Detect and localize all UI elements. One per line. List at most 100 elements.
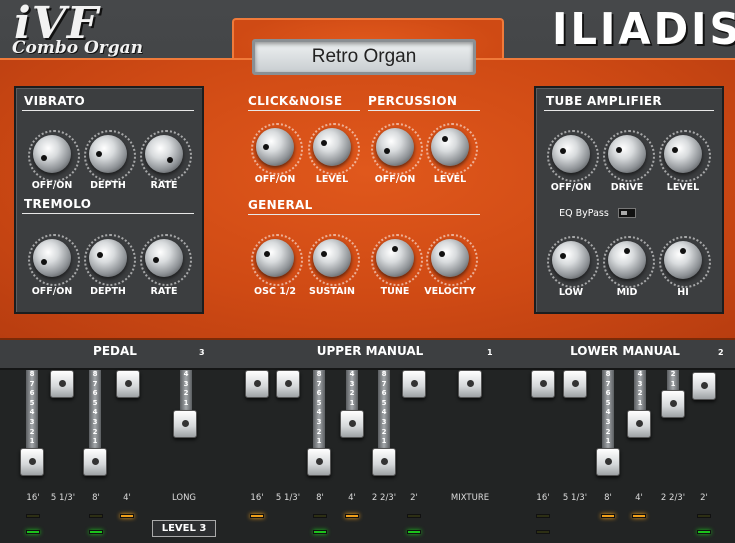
tremolo-depth-knob[interactable] <box>84 234 136 286</box>
sustain-knob[interactable] <box>308 234 360 286</box>
osc-label: OSC 1/2 <box>254 286 296 297</box>
percussion-level-label: LEVEL <box>433 174 467 185</box>
tremolo-rate-label: RATE <box>150 286 178 297</box>
pedal-label: PEDAL <box>93 344 137 358</box>
percussion-level-knob[interactable] <box>426 123 478 175</box>
led <box>407 530 421 534</box>
footage-label: 2' <box>700 493 708 503</box>
tune-knob[interactable] <box>371 234 423 286</box>
tremolo-onoff-knob[interactable] <box>28 234 80 286</box>
general-rule <box>248 214 480 215</box>
tube-onoff-knob[interactable] <box>547 130 599 182</box>
upper-5-1-3-drawbar[interactable] <box>276 370 300 398</box>
footage-label: LONG <box>171 493 197 503</box>
footage-label: 4' <box>123 493 131 503</box>
vibrato-title: VIBRATO <box>24 94 85 108</box>
lower-2-2-3-drawbar[interactable] <box>661 390 685 418</box>
led <box>313 514 327 518</box>
led <box>407 514 421 518</box>
led <box>89 530 103 534</box>
lower-5-1-3-drawbar[interactable] <box>563 370 587 398</box>
velocity-label: VELOCITY <box>424 286 476 297</box>
vibrato-depth-label: DEPTH <box>90 180 126 191</box>
click-level-knob[interactable] <box>308 123 360 175</box>
upper-16-drawbar[interactable] <box>245 370 269 398</box>
lower-2-drawbar[interactable] <box>692 372 716 400</box>
tube-amplifier-rule <box>544 110 714 111</box>
led <box>697 514 711 518</box>
pedal-4-drawbar[interactable] <box>116 370 140 398</box>
pedal-8-drawbar[interactable] <box>83 448 107 476</box>
vibrato-rate-knob[interactable] <box>140 130 192 182</box>
upper-8-drawbar[interactable] <box>307 448 331 476</box>
led <box>26 514 40 518</box>
vibrato-onoff-knob[interactable] <box>28 130 80 182</box>
led <box>601 514 615 518</box>
led <box>632 514 646 518</box>
tremolo-depth-label: DEPTH <box>90 286 126 297</box>
drawbar-scale: 8 7 6 5 4 3 2 1 <box>313 370 325 448</box>
led <box>250 514 264 518</box>
drawbar-scale: 8 7 6 5 4 3 2 1 <box>26 370 38 448</box>
drive-label: DRIVE <box>610 182 644 193</box>
vibrato-rate-label: RATE <box>150 180 178 191</box>
upper-2-2-3-drawbar[interactable] <box>372 448 396 476</box>
level-button[interactable]: LEVEL 3 <box>152 520 216 537</box>
upper-manual-label: UPPER MANUAL <box>316 344 424 358</box>
upper-manual-channel: 1 <box>487 348 493 357</box>
upper-4-drawbar[interactable] <box>340 410 364 438</box>
ivf-logo-subtitle: Combo Organ <box>12 38 144 58</box>
lower-8-drawbar[interactable] <box>596 448 620 476</box>
upper-2-drawbar[interactable] <box>402 370 426 398</box>
led <box>697 530 711 534</box>
eq-low-label: LOW <box>558 287 584 298</box>
drawbar-scale: 4 3 2 1 <box>180 370 192 410</box>
osc-knob[interactable] <box>251 234 303 286</box>
vibrato-rule <box>22 110 194 111</box>
drawbar-scale: 4 3 2 1 <box>346 370 358 410</box>
footage-label: 2' <box>410 493 418 503</box>
drive-knob[interactable] <box>603 130 655 182</box>
percussion-onoff-label: OFF/ON <box>374 174 416 185</box>
tremolo-onoff-label: OFF/ON <box>31 286 73 297</box>
led <box>536 514 550 518</box>
general-title: GENERAL <box>248 198 313 212</box>
tune-label: TUNE <box>380 286 410 297</box>
lower-4-drawbar[interactable] <box>627 410 651 438</box>
eq-hi-label: HI <box>677 287 689 298</box>
pedal-long-drawbar[interactable] <box>173 410 197 438</box>
tube-level-knob[interactable] <box>659 130 711 182</box>
click-onoff-knob[interactable] <box>251 123 303 175</box>
lower-manual-channel: 2 <box>718 348 724 357</box>
vibrato-depth-knob[interactable] <box>84 130 136 182</box>
click-level-label: LEVEL <box>315 174 349 185</box>
percussion-rule <box>368 110 480 111</box>
led <box>26 530 40 534</box>
eq-mid-knob[interactable] <box>603 236 655 288</box>
eq-low-knob[interactable] <box>547 236 599 288</box>
upper-mixture-drawbar[interactable] <box>458 370 482 398</box>
eq-hi-knob[interactable] <box>659 236 711 288</box>
eq-bypass-label: EQ ByPass <box>559 208 609 219</box>
eq-bypass-switch[interactable] <box>618 208 636 218</box>
pedal-16-drawbar[interactable] <box>20 448 44 476</box>
velocity-knob[interactable] <box>426 234 478 286</box>
click-noise-rule <box>248 110 360 111</box>
tremolo-rule <box>22 213 194 214</box>
led <box>313 530 327 534</box>
click-onoff-label: OFF/ON <box>254 174 296 185</box>
tremolo-rate-knob[interactable] <box>140 234 192 286</box>
preset-display[interactable]: Retro Organ <box>252 39 476 75</box>
pedal-channel: 3 <box>199 348 205 357</box>
drawbar-scale: 8 7 6 5 4 3 2 1 <box>89 370 101 448</box>
led <box>89 514 103 518</box>
pedal-5-1-3-drawbar[interactable] <box>50 370 74 398</box>
drawbar-section <box>0 340 735 543</box>
lower-16-drawbar[interactable] <box>531 370 555 398</box>
vibrato-onoff-label: OFF/ON <box>31 180 73 191</box>
eq-mid-label: MID <box>616 287 638 298</box>
percussion-onoff-knob[interactable] <box>371 123 423 175</box>
tremolo-title: TREMOLO <box>24 197 92 211</box>
drawbar-scale: 8 7 6 5 4 3 2 1 <box>378 370 390 448</box>
lower-manual-label: LOWER MANUAL <box>570 344 680 358</box>
